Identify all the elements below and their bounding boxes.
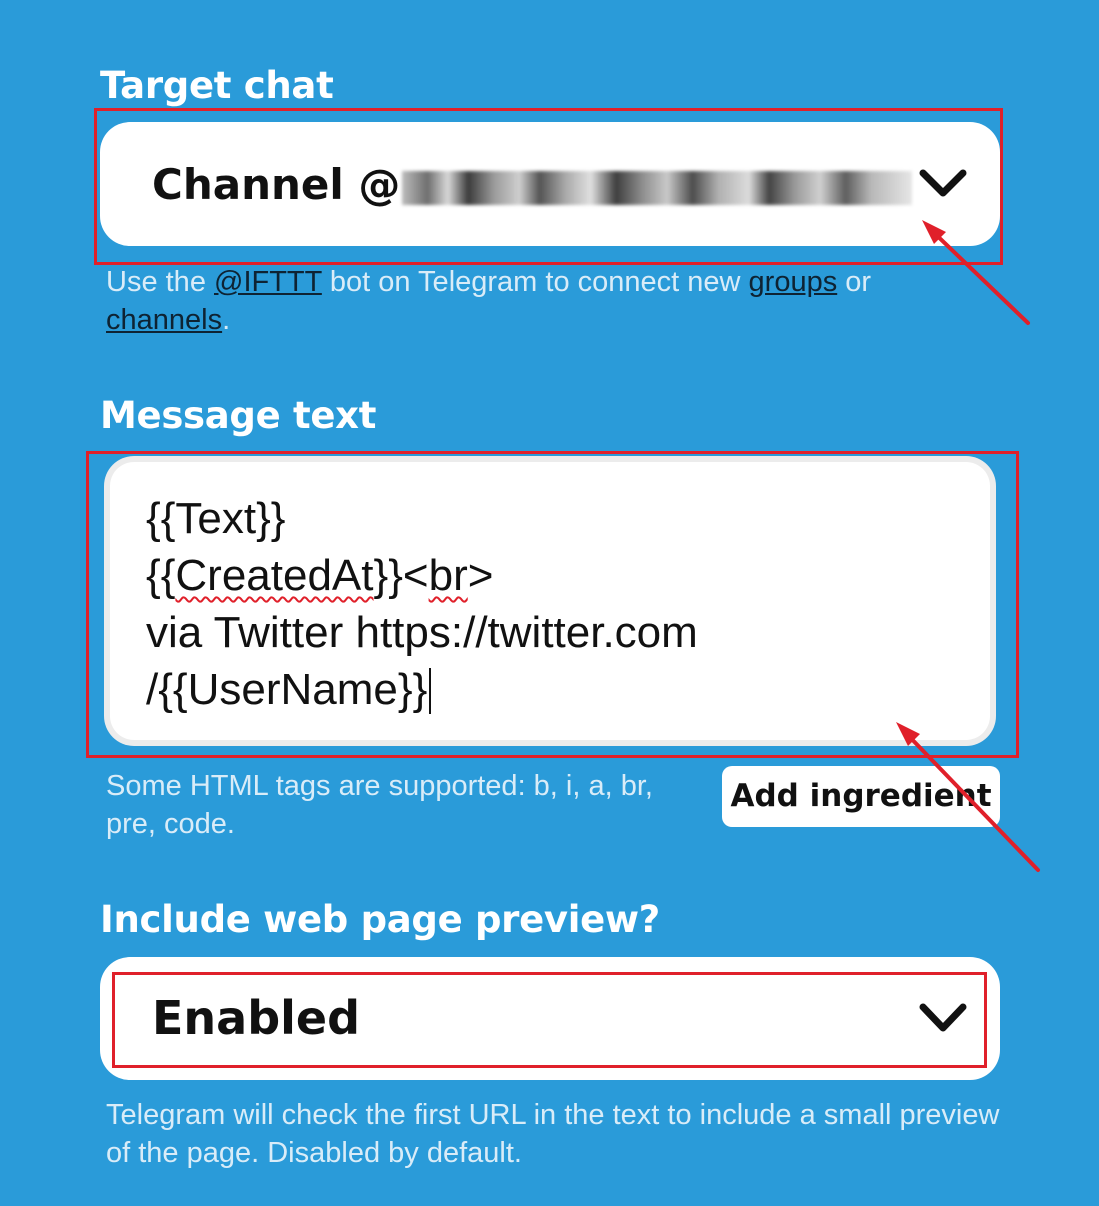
arrow-to-message-text <box>900 727 1040 872</box>
arrow-to-target-chat <box>926 225 1030 325</box>
annotation-arrows <box>896 220 1040 872</box>
